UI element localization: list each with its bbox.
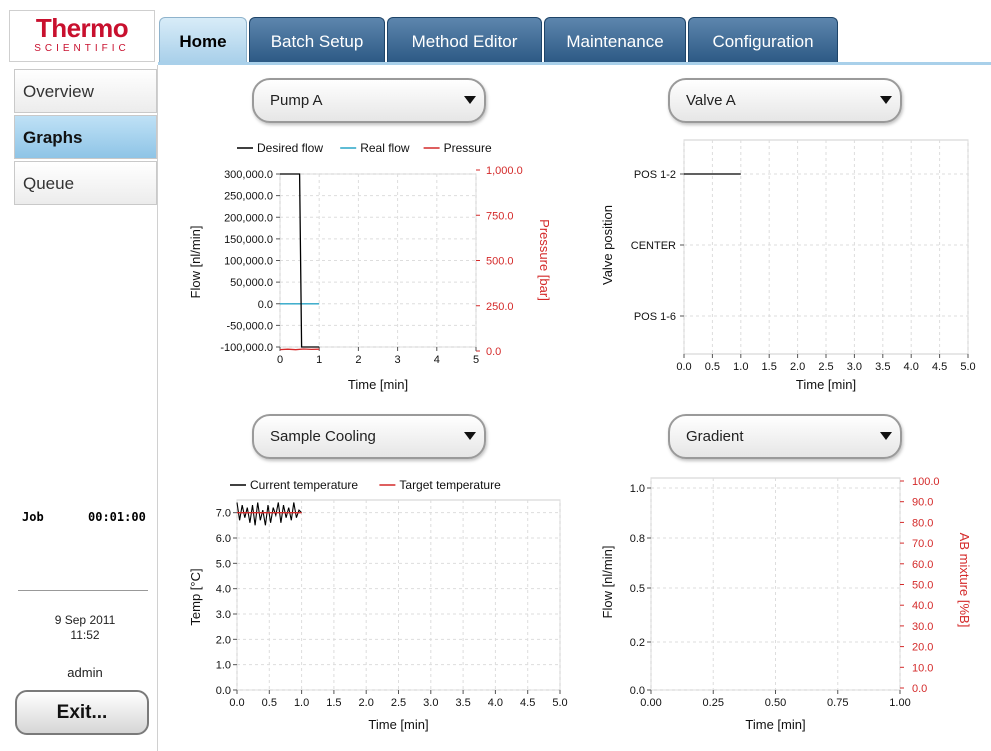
pump-y2tick-label: 1,000.0: [486, 165, 523, 177]
cooling-chart-xtick-label: 2.5: [391, 697, 406, 709]
cooling-chart-xtick-label: 5.0: [552, 697, 567, 709]
valve-ylabel: Valve position: [600, 205, 615, 285]
pump-y2label: Pressure [bar]: [537, 219, 552, 301]
pump-ytick-label: -50,000.0: [227, 320, 273, 332]
cooling-ytick-label: 7.0: [216, 508, 231, 520]
gradient-y2label: AB mixture [%B]: [957, 533, 972, 628]
pump-ytick-label: 100,000.0: [224, 256, 273, 268]
cooling-ytick-label: 2.0: [216, 634, 231, 646]
pump-chart-xtick-label: 4: [434, 354, 440, 366]
cooling-chart-xtick-label: 2.0: [359, 697, 374, 709]
cooling-chart-xtick-label: 1.5: [326, 697, 341, 709]
pump-chart-xtick-label: 0: [277, 354, 283, 366]
pump-ytick-label: 300,000.0: [224, 169, 273, 181]
valve-xlabel: Time [min]: [796, 377, 856, 392]
pump-ylabel: Flow [nl/min]: [188, 226, 203, 299]
valve-chart-xtick-label: 2.0: [790, 361, 805, 373]
gradient-y2tick-label: 10.0: [912, 662, 933, 674]
cooling-chart-xtick-label: 3.5: [455, 697, 470, 709]
pump-chart-xtick-label: 2: [355, 354, 361, 366]
pump-y2tick-label: 250.0: [486, 301, 514, 313]
valve-chart-xtick-label: 1.0: [733, 361, 748, 373]
valve-chart-xtick-label: 4.5: [932, 361, 947, 373]
gradient-y2tick-label: 100.0: [912, 476, 940, 488]
valve-chart-xtick-label: 2.5: [818, 361, 833, 373]
cooling-chart-plot-area: [236, 499, 561, 691]
pump-ytick-label: -100,000.0: [220, 342, 273, 354]
pump-chart-xtick-label: 3: [395, 354, 401, 366]
gradient-chart-xtick-label: 0.50: [765, 697, 786, 709]
gradient-y2tick-label: 70.0: [912, 538, 933, 550]
valve-chart-xtick-label: 4.0: [904, 361, 919, 373]
cooling-chart-xtick-label: 1.0: [294, 697, 309, 709]
gradient-y2tick-label: 60.0: [912, 559, 933, 571]
pump-chart-xtick-label: 1: [316, 354, 322, 366]
cooling-chart-legend-label: Target temperature: [399, 478, 501, 492]
pump-y2tick-label: 0.0: [486, 346, 501, 358]
pressure-line: [279, 348, 320, 351]
pump-ytick-label: 50,000.0: [230, 277, 273, 289]
valve-chart-xtick-label: 0.5: [705, 361, 720, 373]
cooling-xlabel: Time [min]: [368, 717, 428, 732]
cooling-chart-xtick-label: 0.0: [229, 697, 244, 709]
gradient-chart-xtick-label: 0.75: [827, 697, 848, 709]
gradient-ylabel: Flow [nl/min]: [600, 546, 615, 619]
valve-ytick-label: CENTER: [631, 240, 676, 252]
gradient-y2tick-label: 80.0: [912, 517, 933, 529]
cooling-ylabel: Temp [°C]: [188, 568, 203, 625]
gradient-y2tick-label: 30.0: [912, 621, 933, 633]
cooling-chart-xtick-label: 4.0: [488, 697, 503, 709]
gradient-chart-xtick-label: 0.00: [640, 697, 661, 709]
cooling-ytick-label: 3.0: [216, 609, 231, 621]
valve-chart-xtick-label: 5.0: [960, 361, 975, 373]
cooling-ytick-label: 1.0: [216, 660, 231, 672]
gradient-chart-xtick-label: 0.25: [703, 697, 724, 709]
cooling-chart-xtick-label: 4.5: [520, 697, 535, 709]
gradient-y2tick-label: 20.0: [912, 642, 933, 654]
pump-chart-xtick-label: 5: [473, 354, 479, 366]
pump-chart-legend-label: Pressure: [444, 141, 492, 155]
cooling-ytick-label: 6.0: [216, 533, 231, 545]
pump-ytick-label: 0.0: [258, 299, 273, 311]
pump-chart-legend-label: Desired flow: [257, 141, 323, 155]
pump-xlabel: Time [min]: [348, 377, 408, 392]
cooling-chart-xtick-label: 3.0: [423, 697, 438, 709]
gradient-y2tick-label: 90.0: [912, 497, 933, 509]
gradient-y2tick-label: 40.0: [912, 600, 933, 612]
gradient-y2tick-label: 0.0: [912, 683, 927, 695]
cooling-chart-legend-label: Current temperature: [250, 478, 358, 492]
cooling-ytick-label: 0.0: [216, 685, 231, 697]
valve-chart-xtick-label: 0.0: [676, 361, 691, 373]
pump-chart-legend-label: Real flow: [360, 141, 410, 155]
valve-chart-xtick-label: 1.5: [762, 361, 777, 373]
pump-ytick-label: 200,000.0: [224, 212, 273, 224]
gradient-y2tick-label: 50.0: [912, 580, 933, 592]
gradient-ytick-label: 0.2: [630, 637, 645, 649]
cooling-ytick-label: 5.0: [216, 558, 231, 570]
pump-y2tick-label: 500.0: [486, 256, 514, 268]
cooling-chart-xtick-label: 0.5: [262, 697, 277, 709]
valve-chart-xtick-label: 3.5: [875, 361, 890, 373]
pump-ytick-label: 150,000.0: [224, 234, 273, 246]
valve-ytick-label: POS 1-2: [634, 169, 676, 181]
gradient-xlabel: Time [min]: [745, 717, 805, 732]
gradient-ytick-label: 1.0: [630, 483, 645, 495]
gradient-ytick-label: 0.5: [630, 583, 645, 595]
gradient-ytick-label: 0.8: [630, 533, 645, 545]
pump-ytick-label: 250,000.0: [224, 191, 273, 203]
gradient-ytick-label: 0.0: [630, 685, 645, 697]
pump-y2tick-label: 750.0: [486, 210, 514, 222]
cooling-ytick-label: 4.0: [216, 584, 231, 596]
gradient-chart-xtick-label: 1.00: [889, 697, 910, 709]
valve-chart-xtick-label: 3.0: [847, 361, 862, 373]
valve-ytick-label: POS 1-6: [634, 311, 676, 323]
graphs-area: 300,000.0250,000.0200,000.0150,000.0100,…: [188, 139, 976, 732]
